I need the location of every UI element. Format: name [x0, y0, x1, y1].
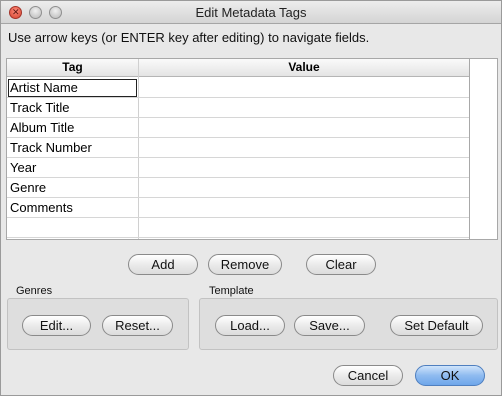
table-row[interactable]: Track Title	[7, 98, 469, 118]
clear-button[interactable]: Clear	[306, 254, 376, 275]
table-row[interactable]: Comments	[7, 198, 469, 218]
column-header-value[interactable]: Value	[139, 60, 469, 74]
tag-cell[interactable]: Year	[10, 160, 36, 175]
tag-cell[interactable]: Genre	[10, 180, 46, 195]
metadata-table[interactable]: Tag Value Artist Name Track Title Album …	[6, 58, 470, 240]
table-row[interactable]: Track Number	[7, 138, 469, 158]
table-row[interactable]: Year	[7, 158, 469, 178]
edit-metadata-dialog: ✕ Edit Metadata Tags Use arrow keys (or …	[0, 0, 502, 396]
tag-cell[interactable]: Album Title	[10, 120, 74, 135]
tag-cell[interactable]: Track Number	[10, 140, 92, 155]
tag-cell[interactable]: Comments	[10, 200, 73, 215]
column-header-tag[interactable]: Tag	[7, 60, 138, 74]
instructions-text: Use arrow keys (or ENTER key after editi…	[8, 30, 370, 45]
add-button[interactable]: Add	[128, 254, 198, 275]
set-default-template-button[interactable]: Set Default	[390, 315, 483, 336]
edit-genres-button[interactable]: Edit...	[22, 315, 91, 336]
tag-cell[interactable]: Track Title	[10, 100, 69, 115]
cancel-button[interactable]: Cancel	[333, 365, 403, 386]
save-template-button[interactable]: Save...	[294, 315, 365, 336]
template-group-label: Template	[209, 285, 254, 297]
table-scroll-gutter	[470, 58, 498, 240]
remove-button[interactable]: Remove	[208, 254, 282, 275]
ok-button[interactable]: OK	[415, 365, 485, 386]
genres-group-label: Genres	[16, 285, 53, 297]
table-row[interactable]: Genre	[7, 178, 469, 198]
load-template-button[interactable]: Load...	[215, 315, 285, 336]
tag-cell[interactable]: Artist Name	[10, 80, 78, 95]
table-row[interactable]: Album Title	[7, 118, 469, 138]
window-title: Edit Metadata Tags	[195, 5, 307, 20]
table-row[interactable]: Artist Name	[7, 78, 469, 98]
table-header: Tag Value	[7, 59, 469, 77]
reset-genres-button[interactable]: Reset...	[102, 315, 173, 336]
title-bar[interactable]: ✕ Edit Metadata Tags	[1, 1, 501, 24]
table-row[interactable]	[7, 218, 469, 238]
